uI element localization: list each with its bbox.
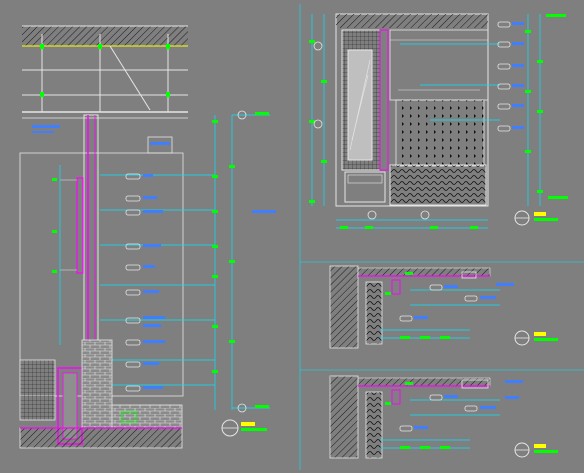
ceiling-slab <box>22 26 188 46</box>
section-left <box>19 25 276 449</box>
annotation-tags-left <box>125 173 276 392</box>
dimension-ticks-bottom <box>385 382 450 449</box>
title-symbol-icon <box>221 419 267 437</box>
wall-panel <box>60 114 99 346</box>
title-symbol-icon <box>514 330 558 346</box>
floor-base <box>19 339 183 449</box>
cad-drawing-sheet <box>19 4 584 470</box>
dimension-ticks-mid <box>385 272 450 339</box>
detail-mid-right <box>300 261 584 349</box>
annotation-tags-mid <box>399 283 514 322</box>
grid-bubble-icon <box>420 210 430 220</box>
title-symbol-icon <box>514 210 558 226</box>
detail-bottom-right <box>300 369 584 459</box>
annotation-tags-elevation <box>497 21 524 132</box>
annotation-tags-bottom <box>399 380 523 432</box>
grid-bubble-icon <box>313 41 323 51</box>
grid-bubble-icon <box>313 119 323 129</box>
grid-bubble-icon <box>367 210 377 220</box>
title-symbol-icon <box>514 442 558 458</box>
